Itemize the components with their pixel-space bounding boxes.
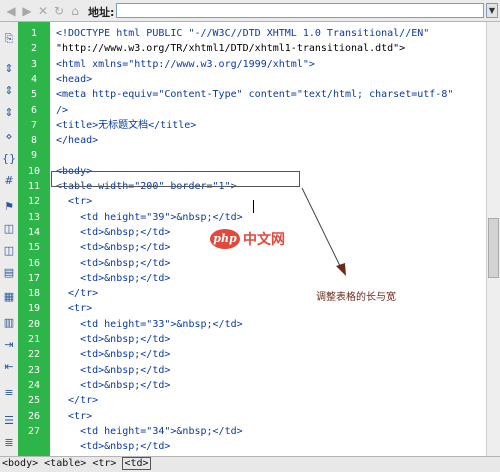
code-line[interactable]: </head> [56, 133, 98, 148]
code-line[interactable]: <td>&nbsp;</td> [56, 240, 170, 255]
open-documents-icon[interactable]: ⎘ [2, 32, 16, 46]
code-line[interactable]: <td>&nbsp;</td> [56, 363, 170, 378]
line-number: 21 [27, 334, 41, 345]
code-line[interactable]: <td height="39">&nbsp;</td> [56, 210, 243, 225]
code-line[interactable]: <!DOCTYPE html PUBLIC "-//W3C//DTD XHTML… [56, 26, 429, 41]
address-input[interactable] [116, 3, 484, 18]
tag-selector-bar: <body> <table> <tr> <td> [0, 456, 500, 472]
line-number: 18 [27, 288, 41, 300]
line-number: 14 [27, 226, 41, 238]
line-number: 7 [30, 119, 38, 131]
code-line[interactable]: <td height="33">&nbsp;</td> [56, 317, 243, 332]
code-line[interactable]: <html xmlns="http://www.w3.org/1999/xhtm… [56, 57, 315, 72]
annotation-highlight-box [51, 171, 300, 187]
line-number: 12 [27, 196, 41, 208]
forward-arrow-icon[interactable]: ▶ [20, 4, 34, 18]
line-number: 1 [30, 28, 38, 39]
line-number: 5 [30, 89, 38, 101]
outdent-code-icon[interactable]: ⇤ [2, 360, 16, 374]
refresh-icon[interactable]: ↻ [52, 4, 66, 18]
code-line[interactable]: /> [56, 103, 68, 118]
line-number: 4 [30, 73, 38, 85]
line-numbers-icon[interactable]: # [2, 174, 16, 188]
stop-icon[interactable]: ✕ [36, 4, 50, 18]
line-number: 15 [27, 242, 41, 254]
line-number: 11 [27, 181, 41, 192]
back-arrow-icon[interactable]: ◀ [4, 4, 18, 18]
code-line[interactable]: <title>无标题文档</title> [56, 118, 196, 133]
expand-all-icon[interactable]: ⇕ [2, 106, 16, 120]
line-number: 26 [27, 410, 41, 422]
address-toolbar: ◀ ▶ ✕ ↻ ⌂ 地址: ▼ [0, 0, 500, 22]
line-number: 25 [27, 395, 41, 407]
code-line[interactable]: <meta http-equiv="Content-Type" content=… [56, 87, 453, 102]
code-line[interactable]: <td>&nbsp;</td> [56, 256, 170, 271]
code-line[interactable]: <td>&nbsp;</td> [56, 225, 170, 240]
select-parent-tag-icon[interactable]: ⋄ [2, 130, 16, 144]
tag-crumb[interactable]: <table> [44, 458, 86, 469]
line-number: 24 [27, 379, 41, 391]
code-line[interactable]: <tr> [56, 301, 92, 316]
code-line[interactable]: <td>&nbsp;</td> [56, 439, 170, 454]
wrap-tag-icon[interactable]: ▤ [2, 266, 16, 280]
tag-crumb[interactable]: <body> [2, 458, 38, 469]
address-dropdown-icon[interactable]: ▼ [486, 3, 498, 18]
code-line[interactable]: <td>&nbsp;</td> [56, 271, 170, 286]
code-hint-icon[interactable]: ≣ [2, 436, 16, 450]
line-number: 20 [27, 318, 41, 330]
home-icon[interactable]: ⌂ [68, 4, 82, 18]
code-line[interactable]: <head> [56, 72, 92, 87]
code-line[interactable]: <td height="34">&nbsp;</td> [56, 424, 243, 439]
balance-braces-icon[interactable]: {} [2, 152, 16, 166]
line-number: 22 [27, 349, 41, 361]
line-number: 16 [27, 257, 41, 269]
line-number: 9 [30, 150, 38, 162]
tag-crumb[interactable]: <tr> [92, 458, 116, 469]
syntax-error-icon[interactable]: ☰ [2, 414, 16, 428]
address-label: 地址: [88, 6, 115, 19]
recent-snippets-icon[interactable]: ▦ [2, 290, 16, 304]
line-number: 3 [30, 58, 38, 70]
line-number: 23 [27, 364, 41, 376]
collapse-selection-icon[interactable]: ⇕ [2, 84, 16, 98]
line-number: 8 [30, 135, 38, 147]
line-number: 2 [30, 43, 38, 55]
line-number: 13 [27, 211, 41, 223]
highlight-invalid-code-icon[interactable]: ⚑ [2, 200, 16, 214]
move-css-icon[interactable]: ▥ [2, 316, 16, 330]
line-number: 10 [27, 165, 41, 177]
code-line[interactable]: </tr> [56, 286, 98, 301]
annotation-note: 调整表格的长与宽 [316, 292, 396, 303]
code-line[interactable]: <tr> [56, 194, 92, 209]
code-line[interactable]: "http://www.w3.org/TR/xhtml1/DTD/xhtml1-… [56, 41, 405, 56]
coding-toolbar: ⎘ ⇕ ⇕ ⇕ ⋄ {} # ⚑ ◫ ◫ ▤ ▦ ▥ ⇥ ⇤ ≡ ☰ ≣ [0, 22, 19, 456]
line-number: 27 [27, 425, 41, 437]
remove-comment-icon[interactable]: ◫ [2, 244, 16, 258]
watermark-logo: php [210, 229, 240, 249]
tag-crumb[interactable]: <td> [122, 457, 151, 470]
watermark: php 中文网 [210, 226, 300, 252]
vertical-scrollbar[interactable] [486, 22, 500, 456]
code-line[interactable]: <td>&nbsp;</td> [56, 347, 170, 362]
line-number: 19 [27, 303, 41, 315]
code-line[interactable]: <tr> [56, 409, 92, 424]
scrollbar-thumb[interactable] [488, 218, 499, 278]
collapse-full-tag-icon[interactable]: ⇕ [2, 62, 16, 76]
apply-comment-icon[interactable]: ◫ [2, 222, 16, 236]
text-caret [253, 200, 254, 213]
indent-code-icon[interactable]: ⇥ [2, 338, 16, 352]
line-number: 6 [30, 104, 38, 116]
watermark-text: 中文网 [243, 232, 285, 248]
code-line[interactable]: </tr> [56, 393, 98, 408]
code-line[interactable]: <td>&nbsp;</td> [56, 332, 170, 347]
line-number: 17 [27, 272, 41, 284]
format-source-code-icon[interactable]: ≡ [2, 386, 16, 400]
code-line[interactable]: <td>&nbsp;</td> [56, 378, 170, 393]
